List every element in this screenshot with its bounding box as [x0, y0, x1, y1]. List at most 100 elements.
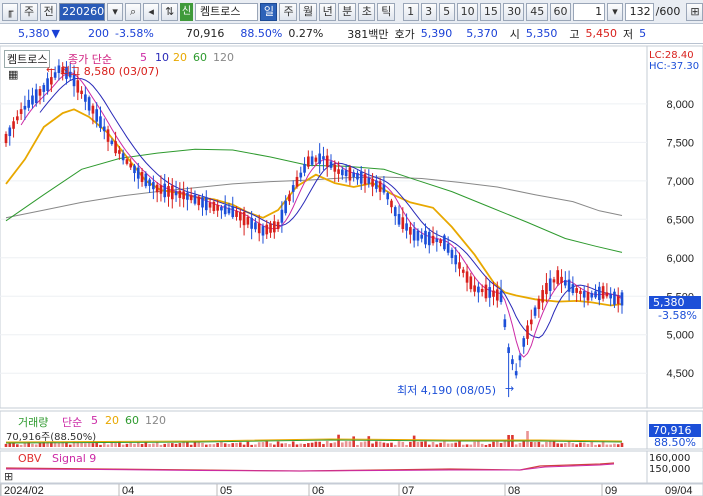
candle-body [575, 288, 578, 293]
period-button-week[interactable]: 주 [279, 2, 298, 21]
candle-body [356, 172, 359, 180]
volume-bar [310, 442, 314, 447]
period-button-second[interactable]: 초 [357, 2, 376, 21]
volume-bar [257, 442, 261, 447]
grid-icon[interactable]: ▦ [8, 68, 18, 81]
candle-body [102, 126, 106, 132]
volume-ma60-legend[interactable]: 60 [125, 414, 139, 427]
interval-15[interactable]: 15 [479, 2, 502, 21]
volume-bar [545, 441, 548, 447]
obv-label[interactable]: OBV [18, 452, 41, 465]
high-annotation: 최고 8,580 (03/07) [60, 65, 160, 78]
volume-bar [469, 444, 473, 447]
candle-body [265, 224, 269, 235]
volume-bar [178, 443, 182, 447]
volume-bar [193, 442, 197, 447]
stock-chart[interactable]: 8,0007,5007,0006,5006,0005,5005,0004,500… [0, 45, 703, 496]
candle-body [393, 207, 397, 217]
code-dropdown-icon[interactable]: ▾ [107, 2, 124, 21]
volume-bar [325, 441, 329, 447]
unit-input[interactable]: 1 [572, 2, 606, 21]
obv-signal-label[interactable]: Signal 9 [52, 452, 96, 465]
volume-bar [80, 442, 83, 447]
volume-bar [514, 444, 518, 447]
candle-body [382, 184, 386, 193]
stock-name-field[interactable]: 켐트로스 [195, 2, 258, 21]
unit-dropdown-icon[interactable]: ▾ [607, 2, 624, 21]
candle-body [563, 280, 567, 286]
chart-settings-icon[interactable]: ⊞ [686, 2, 703, 21]
candle-body [435, 238, 439, 243]
ma60-legend[interactable]: 60 [193, 51, 207, 64]
candle-body [601, 286, 605, 299]
volume-bar [159, 444, 163, 447]
candle-body [174, 191, 178, 196]
candle-body [307, 156, 310, 167]
volume-bar [356, 444, 359, 447]
volume-bar [4, 443, 8, 447]
volume-bar [163, 443, 167, 447]
candle-body [46, 78, 49, 91]
volume-bar [427, 444, 431, 447]
candle-body [511, 359, 514, 365]
previous-button[interactable]: 전 [39, 2, 58, 21]
interval-30[interactable]: 30 [503, 2, 525, 21]
volume-bar [170, 443, 174, 447]
candle-body [469, 276, 473, 290]
search-icon[interactable]: ⌕ [125, 2, 142, 21]
volume-last-pct: 88.50% [654, 436, 696, 449]
candle-body [314, 157, 318, 162]
ma20-legend[interactable]: 20 [173, 51, 187, 64]
last-price-tag: 5,380 [649, 296, 701, 309]
interval-10[interactable]: 10 [456, 2, 478, 21]
volume-bar [465, 444, 469, 447]
volume-bar [322, 444, 325, 447]
volume-ma20-legend[interactable]: 20 [105, 414, 119, 427]
speaker-icon[interactable]: ◂ [143, 2, 160, 21]
candle-body [560, 276, 563, 283]
candle-body [480, 288, 484, 293]
date-tick-label: 05 [220, 485, 232, 496]
stock-name-legend[interactable]: 켐트로스 [4, 50, 51, 68]
ma120-legend[interactable]: 120 [213, 51, 234, 64]
interval-45[interactable]: 45 [526, 2, 548, 21]
period-button-day[interactable]: 일 [259, 2, 278, 21]
volume-ratio: 88.50% [240, 27, 283, 40]
volume-bar [34, 444, 38, 447]
candle-body [579, 290, 582, 294]
volume-ma120-legend[interactable]: 120 [145, 414, 166, 427]
candle-body [299, 172, 303, 178]
candle-body [344, 170, 348, 177]
candle-body [95, 109, 99, 122]
candle-body [450, 249, 454, 259]
period-button-tick[interactable]: 틱 [377, 2, 395, 21]
candle-body [76, 80, 80, 93]
count-input[interactable]: 132 [625, 2, 654, 21]
period-button-minute[interactable]: 분 [338, 2, 356, 21]
candle-body [484, 284, 488, 299]
candle-body [548, 278, 552, 291]
candle-body [518, 355, 522, 361]
candle-body [84, 94, 87, 102]
type-selector[interactable]: 주 [20, 2, 38, 21]
sort-dropdown-icon[interactable]: ⇅ [161, 2, 178, 21]
candle-body [220, 207, 223, 211]
candle-body [477, 286, 480, 293]
price-tick-label: 8,000 [666, 99, 694, 111]
interval-3[interactable]: 3 [420, 2, 437, 21]
candle-body [295, 176, 299, 187]
chart-type-icon[interactable]: ╓ [2, 2, 18, 21]
volume-bar [106, 444, 110, 447]
interval-5[interactable]: 5 [438, 2, 455, 21]
interval-1[interactable]: 1 [402, 2, 419, 21]
candle-body [31, 95, 34, 105]
interval-60[interactable]: 60 [549, 2, 571, 21]
volume-bar [590, 441, 594, 447]
volume-bar [435, 444, 439, 447]
volume-bar [133, 443, 136, 447]
stock-code-input[interactable]: 220260 [59, 2, 106, 21]
period-button-year[interactable]: 년 [318, 2, 337, 21]
volume-ma5-legend[interactable]: 5 [91, 414, 98, 427]
volume-bar [295, 444, 299, 447]
period-button-month[interactable]: 월 [299, 2, 317, 21]
